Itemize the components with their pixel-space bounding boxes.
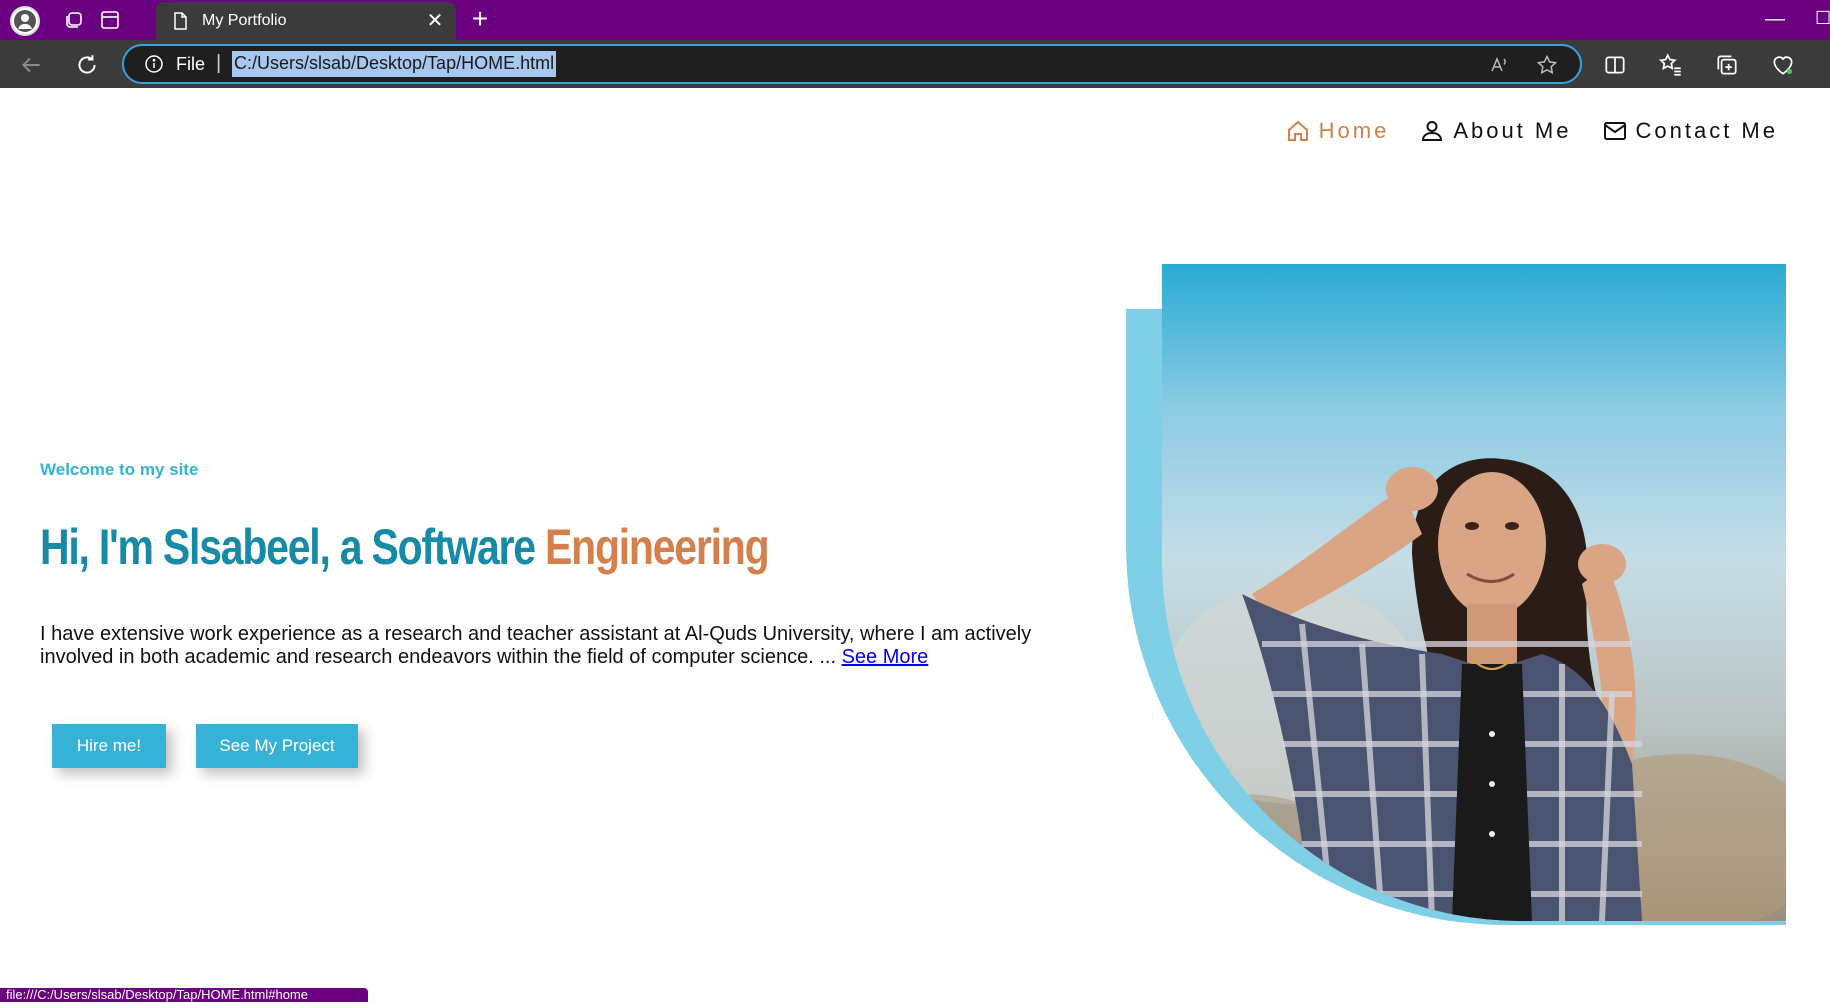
close-tab-icon[interactable]: ✕: [424, 10, 446, 32]
user-icon: [1422, 121, 1443, 141]
mail-icon: [1603, 122, 1626, 140]
headline-accent: Engineering: [545, 519, 770, 575]
info-icon[interactable]: [144, 54, 164, 74]
maximize-button[interactable]: ☐: [1815, 8, 1830, 29]
hire-me-button[interactable]: Hire me!: [52, 724, 166, 768]
profile-photo-frame: [1126, 264, 1786, 929]
favorite-star-icon[interactable]: [1536, 54, 1558, 76]
minimize-button[interactable]: —: [1760, 8, 1790, 31]
home-icon: [1287, 120, 1308, 141]
back-arrow-icon[interactable]: [18, 52, 44, 78]
page-viewport: Home About Me Contact Me Welcome to my s…: [2, 88, 1828, 1002]
profile-avatar-icon[interactable]: [10, 6, 40, 36]
welcome-text: Welcome to my site: [40, 460, 199, 479]
site-navigation: Home About Me Contact Me: [1285, 118, 1778, 144]
workspaces-icon[interactable]: [62, 8, 86, 32]
read-aloud-icon[interactable]: [1488, 54, 1510, 76]
document-icon: [174, 12, 187, 30]
scheme-label: File: [176, 54, 206, 74]
nav-home[interactable]: Home: [1285, 118, 1390, 144]
headline-main: Hi, I'm Slsabeel, a Software: [40, 519, 536, 575]
split-screen-icon[interactable]: [1602, 52, 1628, 78]
browser-title-bar: My Portfolio ✕ + — ☐: [0, 0, 1830, 40]
nav-home-label: Home: [1318, 118, 1390, 143]
tab-actions-icon[interactable]: [98, 8, 122, 32]
nav-contact[interactable]: Contact Me: [1602, 118, 1779, 144]
browser-essentials-icon[interactable]: [1770, 52, 1796, 78]
collections-icon[interactable]: [1714, 52, 1740, 78]
tab-title: My Portfolio: [202, 12, 287, 29]
see-more-link[interactable]: See More: [842, 646, 929, 668]
see-project-button[interactable]: See My Project: [196, 724, 358, 768]
nav-about[interactable]: About Me: [1419, 118, 1571, 144]
new-tab-button[interactable]: +: [466, 5, 494, 34]
nav-about-label: About Me: [1453, 118, 1572, 143]
address-bar[interactable]: File | C:/Users/slsab/Desktop/Tap/HOME.h…: [122, 44, 1582, 84]
browser-toolbar: File | C:/Users/slsab/Desktop/Tap/HOME.h…: [0, 40, 1830, 88]
hero-headline: Hi, I'm Slsabeel, a Software Engineering: [40, 518, 770, 576]
url-separator: |: [216, 52, 222, 74]
nav-contact-label: Contact Me: [1635, 118, 1778, 143]
status-bar-url: file:///C:/Users/slsab/Desktop/Tap/HOME.…: [0, 988, 368, 1002]
reload-icon[interactable]: [74, 52, 100, 78]
url-text[interactable]: C:/Users/slsab/Desktop/Tap/HOME.html: [232, 51, 557, 77]
favorites-icon[interactable]: [1658, 52, 1684, 78]
active-tab[interactable]: My Portfolio ✕: [156, 2, 456, 40]
intro-paragraph: I have extensive work experience as a re…: [40, 623, 1080, 669]
